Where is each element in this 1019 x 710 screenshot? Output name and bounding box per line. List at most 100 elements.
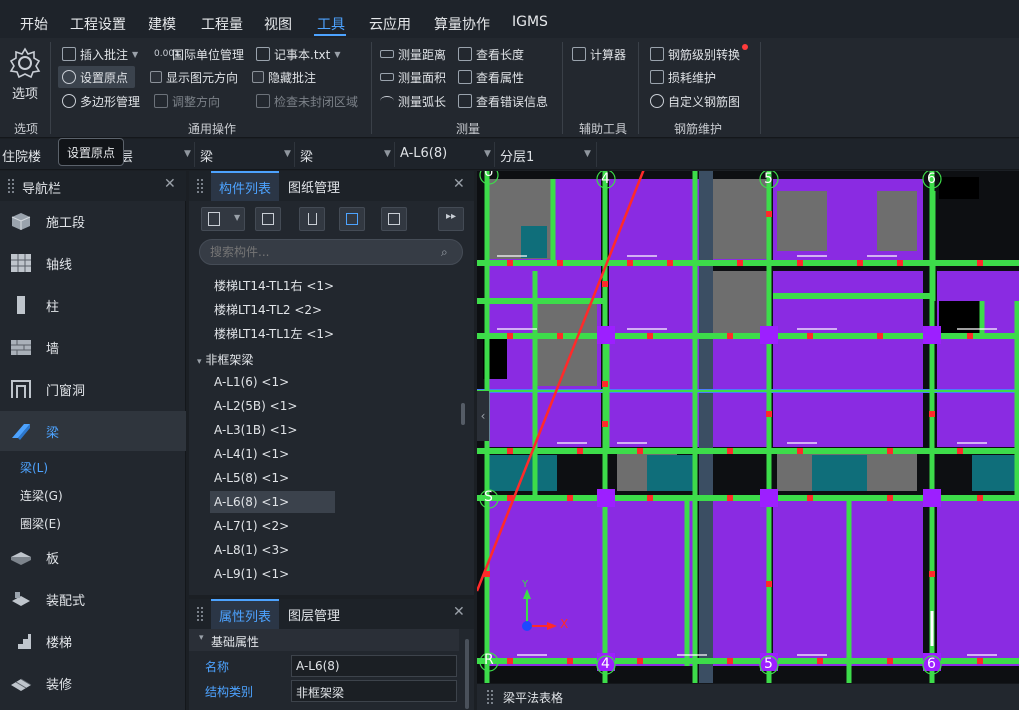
nav-sub-link-beam[interactable]: 连梁(G): [20, 487, 63, 504]
notepad-button[interactable]: 记事本.txt ▼: [256, 44, 340, 64]
adjust-direction-button[interactable]: 调整方向: [154, 91, 220, 111]
scrollbar[interactable]: [461, 403, 465, 425]
property-value-field[interactable]: A-L6(8): [291, 655, 457, 677]
nav-item-construction-segment[interactable]: 施工段: [0, 201, 186, 241]
component-list-panel: 构件列表 图纸管理 ✕ ▼ ▸▸ ⌕ 楼梯LT14-TL1右 <1> 楼梯LT1…: [189, 171, 474, 595]
menu-start[interactable]: 开始: [20, 14, 48, 34]
list-item[interactable]: A-L7(1) <2>: [214, 515, 289, 537]
close-icon[interactable]: ✕: [164, 176, 176, 192]
nav-item-wall[interactable]: 墙: [0, 327, 186, 367]
drag-handle-icon[interactable]: [8, 179, 14, 193]
polygon-mgmt-button[interactable]: 多边形管理: [62, 91, 140, 111]
view-errors-button[interactable]: 查看错误信息: [458, 91, 548, 111]
view-length-button[interactable]: 查看长度: [458, 44, 524, 64]
nav-item-axis[interactable]: 轴线: [0, 243, 186, 283]
beam-table-title[interactable]: 梁平法表格: [503, 689, 563, 706]
options-button[interactable]: 选项: [12, 82, 38, 102]
chevron-down-icon[interactable]: ▼: [384, 149, 391, 159]
prefab-icon: [12, 592, 30, 606]
set-origin-button[interactable]: 设置原点: [62, 67, 128, 87]
menu-project-settings[interactable]: 工程设置: [70, 14, 126, 34]
list-item[interactable]: 楼梯LT14-TL2 <2>: [214, 299, 322, 321]
delete-button[interactable]: [299, 207, 325, 231]
show-direction-checkbox[interactable]: 显示图元方向: [150, 67, 238, 87]
drag-handle-icon[interactable]: [197, 179, 203, 193]
tab-property-list[interactable]: 属性列表: [211, 599, 280, 629]
menu-quantities[interactable]: 工程量: [201, 14, 243, 34]
view-props-button[interactable]: 查看属性: [458, 67, 524, 87]
nav-item-stairs[interactable]: 楼梯: [0, 621, 186, 661]
insert-note-button[interactable]: 插入批注 ▼: [62, 44, 138, 64]
nav-item-prefab[interactable]: 装配式: [0, 579, 186, 619]
check-unclosed-button[interactable]: 检查未封闭区域: [256, 91, 358, 111]
list-item[interactable]: A-L3(1B) <1>: [214, 419, 297, 441]
drag-handle-icon[interactable]: [487, 690, 493, 704]
type-selector[interactable]: 梁: [300, 146, 313, 165]
custom-rebar-button[interactable]: 自定义钢筋图: [650, 91, 740, 111]
list-item[interactable]: A-L9(1) <1>: [214, 563, 289, 585]
property-section-header[interactable]: ▾ 基础属性: [189, 629, 459, 651]
search-icon[interactable]: ⌕: [441, 245, 448, 260]
close-icon[interactable]: ✕: [453, 176, 465, 192]
list-item[interactable]: 楼梯LT14-TL1左 <1>: [214, 323, 334, 345]
more-button[interactable]: ▸▸: [438, 207, 464, 231]
menu-collaboration[interactable]: 算量协作: [434, 14, 490, 34]
list-item[interactable]: A-L4(1) <1>: [214, 443, 289, 465]
component-search-input[interactable]: [199, 239, 463, 265]
nav-sub-ring-beam[interactable]: 圈梁(E): [20, 515, 61, 532]
gear-icon[interactable]: [8, 46, 42, 80]
chevron-down-icon[interactable]: ▼: [284, 149, 291, 159]
intl-units-button[interactable]: 0.001 国际单位管理: [154, 44, 244, 64]
export-button[interactable]: [381, 207, 407, 231]
collapse-panel-button[interactable]: ‹: [477, 391, 489, 441]
list-item[interactable]: A-L1(6) <1>: [214, 371, 289, 393]
rebar-grade-convert-button[interactable]: 钢筋级别转换: [650, 44, 740, 64]
length-icon: [458, 47, 472, 61]
nav-sub-beam-l[interactable]: 梁(L): [20, 459, 48, 476]
close-icon[interactable]: ✕: [453, 604, 465, 620]
nav-item-beam[interactable]: 梁: [0, 411, 186, 451]
measure-arc-button[interactable]: 测量弧长: [380, 91, 446, 111]
tab-layer-mgmt[interactable]: 图层管理: [280, 599, 348, 629]
tree-group-nonframe-beam[interactable]: ▾ 非框架梁: [197, 351, 253, 368]
floor-plan-drawing[interactable]: [477, 171, 1019, 683]
property-value-field[interactable]: 非框架梁: [291, 680, 457, 702]
loss-maint-button[interactable]: 损耗维护: [650, 67, 716, 87]
menu-modeling[interactable]: 建模: [148, 14, 176, 34]
list-item[interactable]: A-L2(5B) <1>: [214, 395, 297, 417]
chevron-down-icon[interactable]: ▼: [484, 149, 491, 159]
list-item[interactable]: A-L8(1) <3>: [214, 539, 289, 561]
hide-note-checkbox[interactable]: 隐藏批注: [252, 67, 316, 87]
measure-distance-button[interactable]: 测量距离: [380, 44, 446, 64]
category-selector[interactable]: 梁: [200, 146, 213, 165]
measure-area-button[interactable]: 测量面积: [380, 67, 446, 87]
list-item[interactable]: 楼梯LT14-TL1右 <1>: [214, 275, 334, 297]
scrollbar[interactable]: [465, 639, 469, 709]
copy-button[interactable]: [255, 207, 281, 231]
tab-drawing-mgmt[interactable]: 图纸管理: [280, 171, 348, 201]
tab-component-list[interactable]: 构件列表: [211, 171, 280, 201]
nav-item-column[interactable]: 柱: [0, 285, 186, 325]
sublayer-selector[interactable]: 分层1: [500, 146, 534, 165]
calculator-button[interactable]: 计算器: [572, 44, 626, 64]
menu-cloud[interactable]: 云应用: [369, 14, 411, 34]
drag-handle-icon[interactable]: [197, 607, 203, 621]
list-item-selected[interactable]: A-L6(8) <1>: [210, 491, 335, 513]
checkbox-icon[interactable]: [150, 71, 162, 83]
group-label-aux: 辅助工具: [579, 122, 628, 136]
checkbox-icon[interactable]: [252, 71, 264, 83]
drawing-canvas[interactable]: 4 5 6 4 5 6 U S R X Y ‹: [477, 171, 1019, 683]
menu-view[interactable]: 视图: [264, 14, 292, 34]
floor-selector[interactable]: 住院楼: [2, 146, 41, 165]
menu-tools[interactable]: 工具: [317, 14, 345, 34]
duplicate-layer-button[interactable]: [339, 207, 365, 231]
nav-item-slab[interactable]: 板: [0, 537, 186, 577]
menu-igms[interactable]: IGMS: [512, 14, 548, 30]
nav-item-door-window[interactable]: 门窗洞: [0, 369, 186, 409]
chevron-down-icon[interactable]: ▼: [184, 149, 191, 159]
nav-item-decoration[interactable]: 装修: [0, 663, 186, 703]
list-item[interactable]: A-L5(8) <1>: [214, 467, 289, 489]
new-component-button[interactable]: ▼: [201, 207, 245, 231]
component-selector[interactable]: A-L6(8): [400, 146, 447, 161]
chevron-down-icon[interactable]: ▼: [584, 149, 591, 159]
